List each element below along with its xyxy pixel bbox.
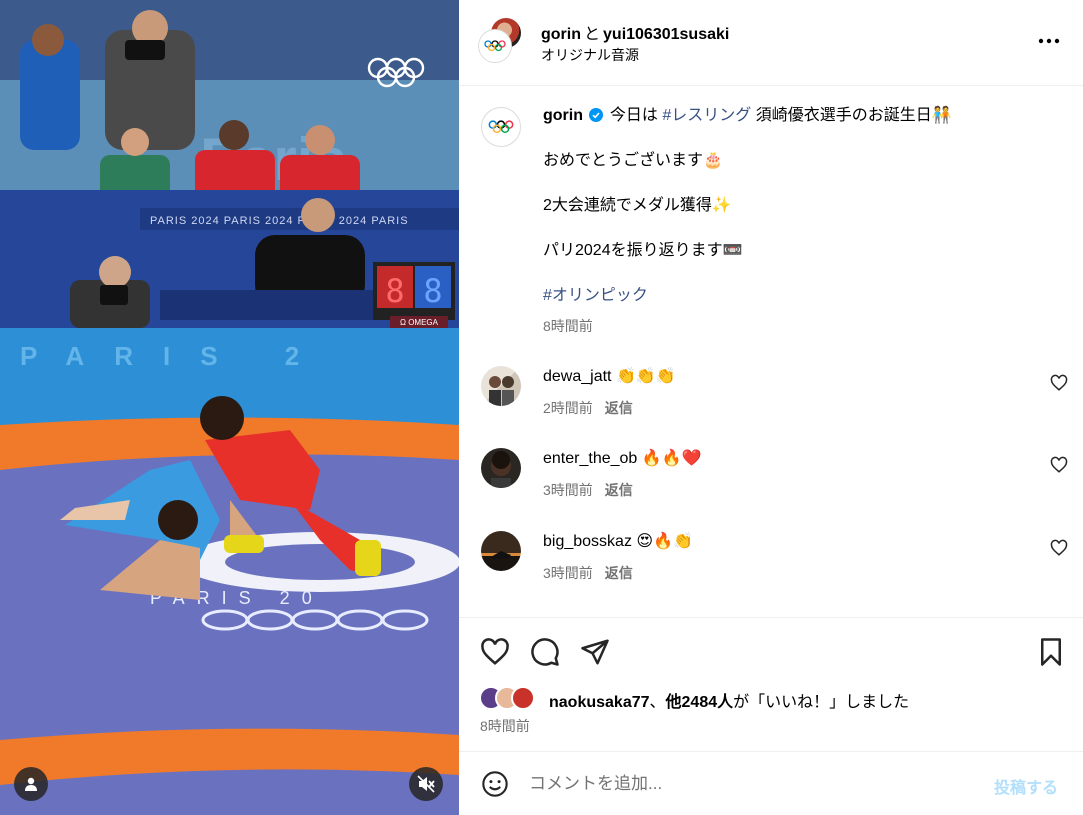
- smiley-icon: [482, 771, 508, 797]
- mute-button[interactable]: [409, 767, 443, 801]
- avatar-image: [491, 451, 511, 488]
- comment-item: enter_the_ob 🔥🔥❤️ 3時間前 返信: [459, 448, 1083, 518]
- header-user-yui[interactable]: yui106301susaki: [603, 26, 729, 43]
- verified-badge-icon: [589, 108, 604, 122]
- comment-time[interactable]: 2時間前: [543, 400, 593, 416]
- caption-avatar[interactable]: [481, 107, 521, 147]
- comment-text: 👏👏👏: [615, 368, 676, 385]
- post-timestamp[interactable]: 8時間前: [480, 716, 530, 736]
- caption-time[interactable]: 8時間前: [543, 315, 1053, 337]
- paper-plane-icon: [581, 639, 609, 665]
- audio-label[interactable]: オリジナル音源: [541, 45, 639, 65]
- comment-text-line: big_bosskaz 😍🔥👏: [543, 531, 693, 551]
- reply-button[interactable]: 返信: [605, 400, 633, 416]
- add-comment-bar: 投稿する: [459, 751, 1083, 815]
- olympic-rings-icon: [484, 40, 506, 52]
- comment-meta: 2時間前 返信: [543, 398, 633, 418]
- tag-button[interactable]: [14, 767, 48, 801]
- caption-line-3: 2大会連続でメダル獲得✨: [543, 197, 732, 214]
- emoji-button[interactable]: [479, 768, 511, 800]
- caption-line-1: gorin 今日は #レスリング 須崎優衣選手のお誕生日🧑‍🤝‍🧑: [543, 105, 1053, 127]
- reply-button[interactable]: 返信: [605, 482, 633, 498]
- comment-meta: 3時間前 返信: [543, 563, 633, 583]
- liker-avatars[interactable]: [479, 686, 549, 712]
- likes-separator: 、: [649, 694, 666, 711]
- avatar-gorin[interactable]: [479, 30, 511, 62]
- comment-text-line: dewa_jatt 👏👏👏: [543, 366, 676, 386]
- comment-avatar[interactable]: [481, 366, 521, 406]
- comment-item: dewa_jatt 👏👏👏 2時間前 返信: [459, 366, 1083, 436]
- header-separator: と: [584, 26, 601, 43]
- like-comment-heart-icon[interactable]: [1050, 456, 1068, 474]
- comment-time[interactable]: 3時間前: [543, 565, 593, 581]
- like-comment-heart-icon[interactable]: [1050, 374, 1068, 392]
- comment-button[interactable]: [528, 635, 562, 669]
- save-button[interactable]: [1034, 635, 1068, 669]
- post-video[interactable]: Paris PARIS 2024 PARIS 2024 PARIS 2024 P…: [0, 0, 459, 815]
- header-user-gorin[interactable]: gorin: [541, 26, 581, 43]
- comment-bubble-icon: [531, 638, 559, 666]
- likes-suffix: が「いいね！」しました: [733, 694, 910, 711]
- svg-text:PARIS 2024 PARIS 2024 PARIS: PARIS 2024 PARIS 2024 PARIS 2024 PARIS: [150, 215, 409, 227]
- post-actions: naokusaka77、他2484人が「いいね！」しました 8時間前: [459, 617, 1083, 751]
- comment-avatar[interactable]: [481, 448, 521, 488]
- share-button[interactable]: [578, 635, 612, 669]
- comment-input[interactable]: [529, 770, 969, 798]
- collab-avatars[interactable]: [479, 18, 523, 62]
- avatar-image: [491, 551, 511, 559]
- more-horizontal-icon: [1038, 38, 1060, 44]
- comment-username[interactable]: dewa_jatt: [543, 368, 612, 385]
- user-tag-icon: [25, 777, 37, 791]
- post-caption: gorin 今日は #レスリング 須崎優衣選手のお誕生日🧑‍🤝‍🧑 おめでとうご…: [543, 105, 1053, 337]
- comment-text: 🔥🔥❤️: [641, 450, 702, 467]
- comment-username[interactable]: enter_the_ob: [543, 450, 637, 467]
- reply-button[interactable]: 返信: [605, 565, 633, 581]
- wrestling-video-frame: Paris PARIS 2024 PARIS 2024 PARIS 2024 P…: [0, 0, 459, 815]
- comment-text-line: enter_the_ob 🔥🔥❤️: [543, 448, 702, 468]
- svg-text:8: 8: [423, 272, 442, 310]
- comment-text: 😍🔥👏: [636, 533, 693, 550]
- svg-text:8: 8: [385, 272, 404, 310]
- comment-time[interactable]: 3時間前: [543, 482, 593, 498]
- post-details-panel: gorin と yui106301susaki オリジナル音源 gorin 今日…: [459, 0, 1083, 815]
- liker-username[interactable]: naokusaka77: [549, 694, 650, 711]
- bookmark-icon: [1041, 638, 1061, 666]
- more-options-button[interactable]: [1031, 28, 1067, 54]
- avatar-image: [489, 376, 514, 406]
- header-usernames: gorin と yui106301susaki: [541, 20, 729, 44]
- hashtag-olympic[interactable]: #オリンピック: [543, 285, 1053, 307]
- like-comment-heart-icon[interactable]: [1050, 539, 1068, 557]
- caption-intro-suffix: 須崎優衣選手のお誕生日🧑‍🤝‍🧑: [751, 107, 952, 124]
- post-header: gorin と yui106301susaki オリジナル音源: [459, 0, 1083, 86]
- comment-meta: 3時間前 返信: [543, 480, 633, 500]
- liker-avatar: [511, 686, 535, 710]
- olympic-rings-icon: [488, 120, 514, 134]
- like-button[interactable]: [478, 635, 512, 669]
- likes-summary: naokusaka77、他2484人が「いいね！」しました: [549, 688, 909, 712]
- heart-icon: [481, 638, 509, 665]
- svg-text:PARIS 2: PARIS 2: [20, 341, 329, 371]
- comments-section[interactable]: gorin 今日は #レスリング 須崎優衣選手のお誕生日🧑‍🤝‍🧑 おめでとうご…: [459, 87, 1083, 617]
- comment-avatar[interactable]: [481, 531, 521, 571]
- comment-username[interactable]: big_bosskaz: [543, 533, 632, 550]
- caption-username[interactable]: gorin: [543, 107, 583, 124]
- post-comment-button[interactable]: 投稿する: [994, 774, 1058, 798]
- caption-line-2: おめでとうございます🎂: [543, 152, 723, 169]
- svg-text:Ω OMEGA: Ω OMEGA: [400, 318, 439, 327]
- caption-line-4: パリ2024を振り返ります📼: [543, 242, 743, 259]
- speaker-muted-icon: [417, 775, 435, 793]
- likes-count[interactable]: 他2484人: [666, 694, 734, 711]
- hashtag-wrestling[interactable]: #レスリング: [662, 107, 751, 124]
- comment-item: big_bosskaz 😍🔥👏 3時間前 返信: [459, 531, 1083, 601]
- caption-intro-prefix: 今日は: [609, 107, 663, 124]
